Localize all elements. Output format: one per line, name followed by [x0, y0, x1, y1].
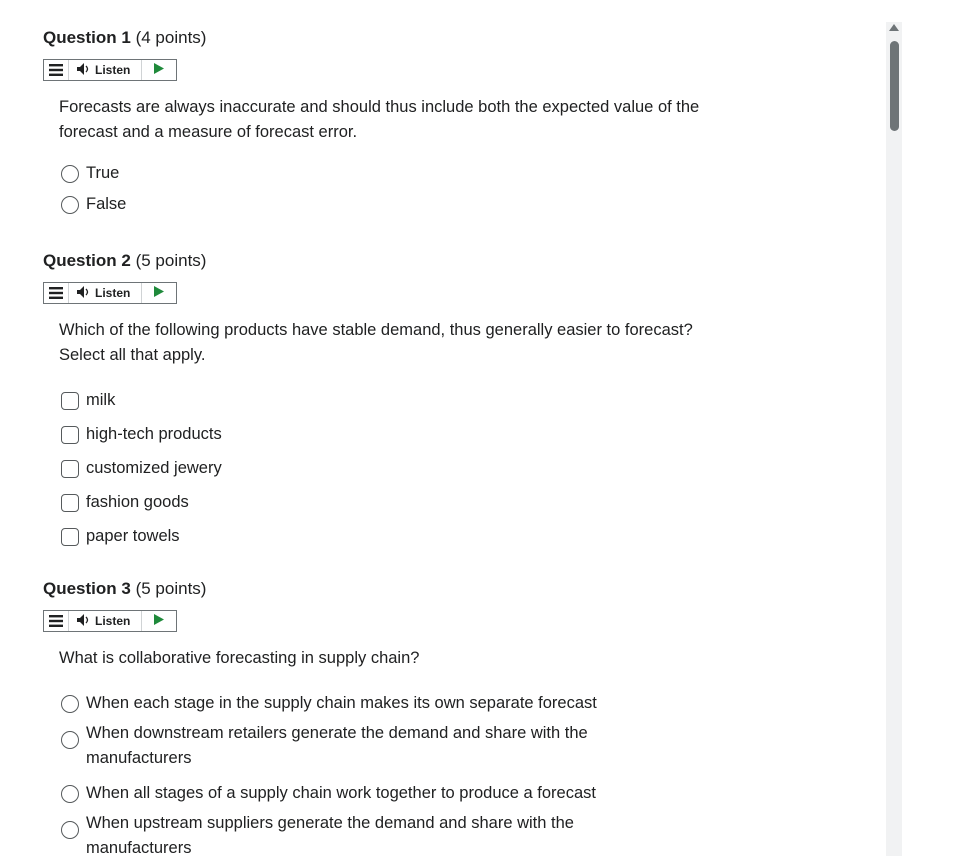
option-label: True	[86, 164, 120, 182]
option-label: customized jewery	[86, 459, 222, 477]
answer-options: True False	[61, 161, 843, 217]
radio-button[interactable]	[61, 695, 79, 713]
radio-button[interactable]	[61, 165, 79, 183]
question-3: Question 3 (5 points) Listen What is col…	[43, 578, 843, 861]
checkbox[interactable]	[61, 460, 79, 478]
play-icon	[154, 284, 164, 302]
question-title: Question 2 (5 points)	[43, 250, 843, 272]
listen-button[interactable]: Listen	[69, 611, 142, 631]
question-points: (5 points)	[135, 579, 207, 598]
question-points: (4 points)	[135, 28, 207, 47]
question-2: Question 2 (5 points) Listen Which of th…	[43, 250, 843, 549]
option-label: When upstream suppliers generate the dem…	[86, 814, 574, 857]
speaker-icon	[77, 62, 91, 78]
checkbox[interactable]	[61, 392, 79, 410]
speaker-icon	[77, 613, 91, 629]
option-high-tech[interactable]: high-tech products	[61, 422, 843, 447]
menu-icon[interactable]	[44, 611, 69, 631]
question-prompt: What is collaborative forecasting in sup…	[59, 649, 420, 667]
option-separate-forecast[interactable]: When each stage in the supply chain make…	[61, 691, 631, 716]
question-prompt: Which of the following products have sta…	[59, 321, 693, 364]
checkbox[interactable]	[61, 528, 79, 546]
play-icon	[154, 61, 164, 79]
listen-toolbar: Listen	[43, 610, 177, 632]
option-label: high-tech products	[86, 425, 222, 443]
option-label: When downstream retailers generate the d…	[86, 724, 588, 767]
listen-toolbar: Listen	[43, 282, 177, 304]
option-label: When all stages of a supply chain work t…	[86, 784, 596, 802]
question-title: Question 1 (4 points)	[43, 27, 843, 49]
play-icon	[154, 612, 164, 630]
question-1: Question 1 (4 points) Listen Forecasts a…	[43, 27, 843, 217]
option-label: paper towels	[86, 527, 180, 545]
checkbox[interactable]	[61, 426, 79, 444]
option-false[interactable]: False	[61, 192, 843, 217]
option-label: milk	[86, 391, 116, 409]
option-label: False	[86, 195, 127, 213]
option-downstream-retailers[interactable]: When downstream retailers generate the d…	[61, 721, 631, 771]
listen-button[interactable]: Listen	[69, 283, 142, 303]
question-prompt: Forecasts are always inaccurate and shou…	[59, 98, 700, 141]
option-true[interactable]: True	[61, 161, 843, 186]
option-label: fashion goods	[86, 493, 189, 511]
play-button[interactable]	[142, 60, 176, 80]
play-button[interactable]	[142, 283, 176, 303]
option-customized-jewery[interactable]: customized jewery	[61, 456, 843, 481]
menu-icon[interactable]	[44, 60, 69, 80]
listen-toolbar: Listen	[43, 59, 177, 81]
menu-icon[interactable]	[44, 283, 69, 303]
option-milk[interactable]: milk	[61, 388, 843, 413]
play-button[interactable]	[142, 611, 176, 631]
option-fashion-goods[interactable]: fashion goods	[61, 490, 843, 515]
listen-button[interactable]: Listen	[69, 60, 142, 80]
radio-button[interactable]	[61, 731, 79, 749]
answer-options: milk high-tech products customized jewer…	[61, 388, 843, 549]
speaker-icon	[77, 285, 91, 301]
listen-label: Listen	[95, 63, 131, 77]
scrollbar-track[interactable]	[886, 22, 902, 856]
question-points: (5 points)	[135, 251, 207, 270]
option-upstream-suppliers[interactable]: When upstream suppliers generate the dem…	[61, 811, 631, 861]
answer-options: When each stage in the supply chain make…	[61, 691, 631, 861]
option-label: When each stage in the supply chain make…	[86, 694, 597, 712]
radio-button[interactable]	[61, 785, 79, 803]
option-all-stages[interactable]: When all stages of a supply chain work t…	[61, 781, 631, 806]
checkbox[interactable]	[61, 494, 79, 512]
question-number: Question 3	[43, 579, 131, 598]
scrollbar-thumb[interactable]	[890, 41, 899, 131]
listen-label: Listen	[95, 286, 131, 300]
scroll-up-arrow-icon[interactable]	[889, 24, 899, 31]
question-number: Question 2	[43, 251, 131, 270]
question-title: Question 3 (5 points)	[43, 578, 843, 600]
listen-label: Listen	[95, 614, 131, 628]
radio-button[interactable]	[61, 821, 79, 839]
question-number: Question 1	[43, 28, 131, 47]
radio-button[interactable]	[61, 196, 79, 214]
option-paper-towels[interactable]: paper towels	[61, 524, 843, 549]
